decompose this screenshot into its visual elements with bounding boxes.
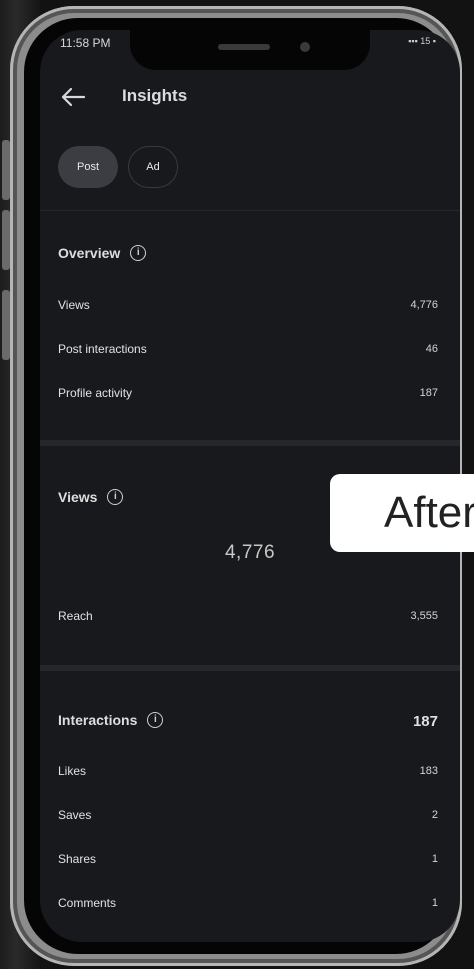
- overview-row-value: 187: [419, 387, 438, 399]
- interactions-row-value: 1: [431, 897, 438, 909]
- front-camera: [300, 42, 310, 52]
- interactions-row-value: 2: [431, 809, 438, 821]
- overview-section-title: Overview i: [58, 245, 147, 261]
- notch: [130, 30, 370, 70]
- speaker-grille: [218, 44, 270, 50]
- interactions-row-value: 183: [419, 765, 438, 777]
- overview-row-label: Views: [58, 298, 90, 312]
- interactions-row-value: 1: [431, 853, 438, 865]
- views-title: Views: [58, 489, 98, 505]
- overview-row-label: Post interactions: [58, 342, 147, 356]
- interactions-row-label: Likes: [58, 764, 87, 778]
- after-caption-label: After: [330, 474, 474, 552]
- overview-row-value: 4,776: [410, 299, 438, 311]
- tab-ad[interactable]: Ad: [128, 146, 178, 188]
- section-divider: [40, 440, 460, 446]
- interactions-total: 187: [412, 713, 438, 730]
- interactions-section-title: Interactions i: [58, 712, 164, 728]
- header: Insights: [40, 80, 460, 116]
- interactions-row-label: Saves: [58, 808, 92, 822]
- overview-row-label: Profile activity: [58, 386, 133, 400]
- page-title: Insights: [122, 86, 188, 105]
- views-row-label: Reach: [58, 609, 93, 623]
- interactions-row-label: Comments: [58, 896, 117, 910]
- info-icon[interactable]: i: [130, 245, 147, 261]
- arrow-left-icon: [61, 87, 86, 107]
- views-row-value: 3,555: [410, 610, 438, 622]
- volume-up-button: [2, 140, 10, 200]
- status-time: 11:58 PM: [60, 36, 111, 50]
- interactions-title: Interactions: [58, 712, 138, 728]
- power-button: [2, 290, 10, 360]
- views-section-title: Views i: [58, 489, 124, 505]
- interactions-row-label: Shares: [58, 852, 97, 866]
- divider: [40, 210, 460, 211]
- tab-post[interactable]: Post: [58, 146, 118, 188]
- info-icon[interactable]: i: [147, 712, 164, 728]
- overview-title: Overview: [58, 245, 121, 261]
- overview-row-value: 46: [425, 343, 438, 355]
- section-divider: [40, 665, 460, 671]
- status-icons: ▪▪▪ 15 ▪: [408, 36, 436, 46]
- volume-down-button: [2, 210, 10, 270]
- info-icon[interactable]: i: [107, 489, 124, 505]
- back-button[interactable]: [58, 82, 88, 112]
